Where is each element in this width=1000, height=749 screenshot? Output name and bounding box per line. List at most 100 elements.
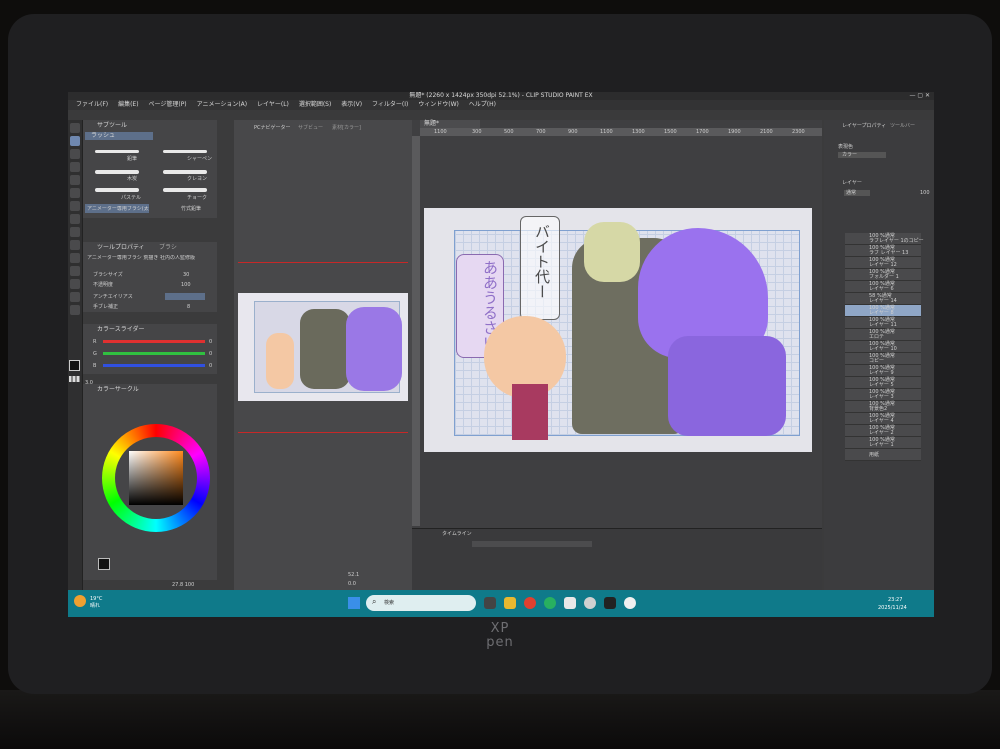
blend-mode-select[interactable]: 通常: [844, 190, 870, 196]
start-button-icon[interactable]: [348, 597, 360, 609]
brush-name[interactable]: アニメーター専用ブラシ(太): [87, 206, 149, 212]
layer-row[interactable]: 100 %通常 コピー: [845, 353, 921, 365]
fill-tool-icon[interactable]: [70, 188, 80, 198]
material-tab[interactable]: 素材[カラー]: [332, 125, 361, 131]
clip-studio-icon[interactable]: [624, 597, 636, 609]
menu-edit[interactable]: 編集(E): [118, 100, 138, 110]
antialias-selector[interactable]: [165, 293, 205, 300]
search-input[interactable]: ⌕ 検索: [366, 595, 476, 611]
navigator-tab[interactable]: PCナビゲーター: [254, 125, 291, 131]
layer-row[interactable]: 100 %通常 レイヤー 9: [845, 365, 921, 377]
layer-row[interactable]: 100 %通常 レイヤー 6: [845, 281, 921, 293]
navigator-thumbnail[interactable]: [238, 293, 408, 401]
layer-row[interactable]: 100 %通常 背景色2: [845, 401, 921, 413]
menu-view[interactable]: 表示(V): [341, 100, 362, 110]
layer-row[interactable]: 100 %通常 レイヤー 1: [845, 437, 921, 449]
color-slider-tab[interactable]: カラースライダー: [97, 326, 144, 334]
menu-selection[interactable]: 選択範囲(S): [299, 100, 332, 110]
green-slider[interactable]: [103, 352, 205, 355]
layer-row[interactable]: 100 %通常 ラフレイヤー 1のコピー: [845, 233, 924, 245]
layer-folder-row[interactable]: 100 %通常 フォルダー 1: [845, 269, 921, 281]
current-color-swatch[interactable]: [98, 558, 110, 570]
eraser-tool-icon[interactable]: [70, 162, 80, 172]
move-tool-icon[interactable]: [70, 240, 80, 250]
app-icon[interactable]: [584, 597, 596, 609]
pencil-tool-icon[interactable]: [70, 136, 80, 146]
menu-window[interactable]: ウィンドウ(W): [418, 100, 459, 110]
saturation-value-square[interactable]: [129, 451, 183, 505]
weather-desc[interactable]: 晴れ: [90, 603, 100, 609]
app-icon[interactable]: [544, 597, 556, 609]
menu-filter[interactable]: フィルター(I): [372, 100, 408, 110]
opacity-value[interactable]: 100: [181, 282, 191, 288]
brush-name[interactable]: パステル: [121, 195, 141, 201]
layer-row-selected[interactable]: 100 %通常 レイヤー 8: [845, 305, 921, 317]
red-slider[interactable]: [103, 340, 205, 343]
layer-opacity[interactable]: 100: [920, 190, 930, 196]
subtool-tab[interactable]: サブツール: [97, 122, 127, 130]
subview-tab[interactable]: サブビュー: [298, 125, 323, 131]
blend-tool-icon[interactable]: [70, 175, 80, 185]
layer-row[interactable]: 100 %通常 レイヤー 2: [845, 425, 921, 437]
layer-row[interactable]: 100 %通常 レイヤー 12: [845, 257, 921, 269]
gradient-tool-icon[interactable]: [70, 201, 80, 211]
selection-tool-icon[interactable]: [70, 214, 80, 224]
ruler-tool-icon[interactable]: [70, 305, 80, 315]
main-color-swatch[interactable]: [69, 360, 80, 371]
nav-zoom-value[interactable]: 52.1: [348, 572, 359, 578]
menu-file[interactable]: ファイル(F): [76, 100, 108, 110]
weather-icon[interactable]: [74, 595, 86, 607]
brush-name[interactable]: クレヨン: [187, 176, 207, 182]
brush-name[interactable]: 木炭: [127, 176, 137, 182]
layer-row[interactable]: 100 %通常 レイヤー 10: [845, 341, 921, 353]
paper-layer-row[interactable]: 用紙: [845, 449, 921, 461]
blue-slider[interactable]: [103, 364, 205, 367]
stabilization-value[interactable]: 8: [187, 304, 190, 310]
layer-row[interactable]: 58 %通常 レイヤー 14: [845, 293, 921, 305]
layer-property-tab[interactable]: レイヤープロパティ: [842, 123, 886, 129]
brush-size-value[interactable]: 30: [183, 272, 189, 278]
brush-name[interactable]: チョーク: [187, 195, 207, 201]
brush-name[interactable]: シャーペン: [187, 156, 212, 162]
timeline-tab[interactable]: タイムライン: [442, 531, 472, 537]
drawing-canvas[interactable]: バイト代ー ああうるさい: [424, 208, 812, 452]
app-icon[interactable]: [564, 597, 576, 609]
figure-tool-icon[interactable]: [70, 266, 80, 276]
layer-row[interactable]: 100 %通常 レイヤー 5: [845, 377, 921, 389]
timeline-controls[interactable]: [472, 541, 592, 547]
layer-row[interactable]: 100 %通常 レイヤー 3: [845, 389, 921, 401]
text-tool-icon[interactable]: [70, 279, 80, 289]
lasso-tool-icon[interactable]: [70, 227, 80, 237]
chrome-icon[interactable]: [524, 597, 536, 609]
file-explorer-icon[interactable]: [504, 597, 516, 609]
layer-row[interactable]: 100 %通常 レイヤー 4: [845, 413, 921, 425]
eyedropper-tool-icon[interactable]: [70, 253, 80, 263]
task-view-icon[interactable]: [484, 597, 496, 609]
toolprop-tab[interactable]: ツールプロパティ: [97, 244, 145, 252]
menu-animation[interactable]: アニメーション(A): [197, 100, 248, 110]
xppen-icon[interactable]: [604, 597, 616, 609]
balloon-tool-icon[interactable]: [70, 292, 80, 302]
weather-temp[interactable]: 19°C: [90, 596, 102, 602]
menu-help[interactable]: ヘルプ(H): [469, 100, 496, 110]
layer-row[interactable]: 100 %通常 レイヤー 11: [845, 317, 921, 329]
menu-page[interactable]: ページ管理(P): [148, 100, 186, 110]
subtool-group[interactable]: ラッシュ: [85, 132, 153, 140]
clock-date[interactable]: 2025/11/24: [878, 605, 907, 611]
layer-row[interactable]: 100 %通常 ラフ レイヤー 13: [845, 245, 921, 257]
brush-name[interactable]: 鉛筆: [127, 156, 137, 162]
brush-tool-icon[interactable]: [70, 149, 80, 159]
transparent-color-swatch[interactable]: [69, 376, 80, 382]
toolprop-tab-2[interactable]: ブラシ: [159, 244, 177, 252]
nav-rotate-value[interactable]: 0.0: [348, 581, 356, 587]
color-wheel-tab[interactable]: カラーサークル: [97, 386, 139, 394]
layer-tab[interactable]: レイヤー: [842, 180, 862, 186]
blue-value[interactable]: 0: [209, 363, 212, 369]
window-controls[interactable]: — ▢ ✕: [909, 92, 930, 100]
clock-time[interactable]: 23:27: [888, 597, 902, 603]
layer-row[interactable]: 100 %通常 エロテ: [845, 329, 921, 341]
canvas-tab[interactable]: 無題*: [420, 120, 480, 128]
expression-color-select[interactable]: カラー: [838, 152, 886, 158]
pen-tool-icon[interactable]: [70, 123, 80, 133]
toolbar-tab[interactable]: ツールバー: [890, 123, 915, 129]
